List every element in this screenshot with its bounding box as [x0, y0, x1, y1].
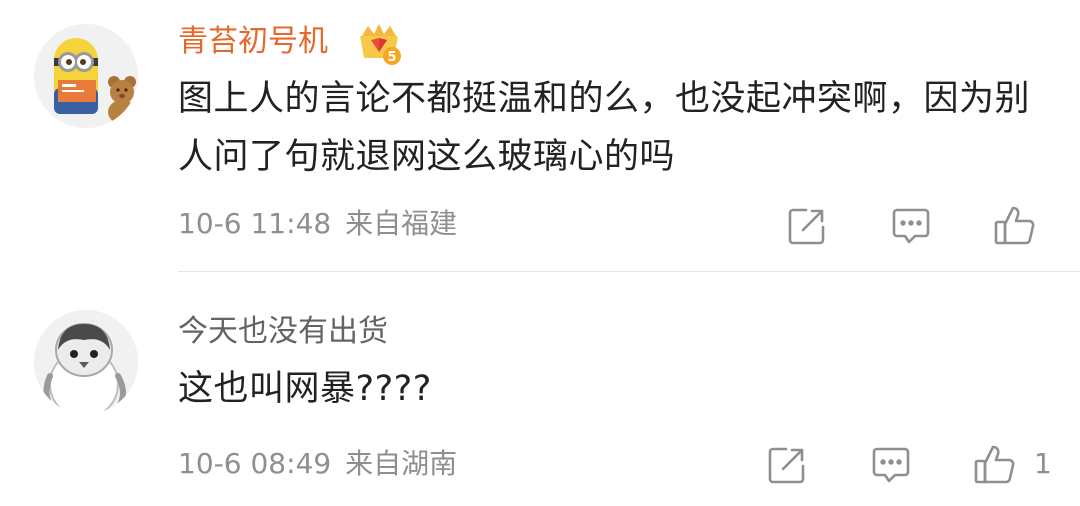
- comment-time: 10-6 08:49: [178, 447, 332, 480]
- share-button[interactable]: [764, 442, 810, 488]
- crown-badge-icon[interactable]: 5: [356, 18, 402, 66]
- reply-button[interactable]: [888, 203, 934, 249]
- thumbs-up-icon: [994, 206, 1035, 245]
- comment-item: 今天也没有出货 这也叫网暴???? 10-6 08:49 来自湖南 1: [0, 272, 1080, 506]
- username[interactable]: 青苔初号机: [178, 22, 328, 62]
- badge-level: 5: [387, 50, 396, 65]
- comment-item: 青苔初号机 5 图上人的言论不都挺温和的么，也没起冲突啊，因为别人问了句就退网这…: [0, 0, 1080, 272]
- comment-icon: [872, 447, 910, 483]
- share-button[interactable]: [784, 203, 830, 249]
- comment-meta: 10-6 08:49 来自湖南: [178, 446, 457, 482]
- comment-text: 这也叫网暴????: [178, 369, 432, 409]
- penguin-avatar-icon: [34, 310, 138, 414]
- comment-icon: [892, 208, 930, 244]
- like-button[interactable]: [972, 442, 1018, 488]
- username[interactable]: 今天也没有出货: [178, 312, 388, 352]
- user-avatar[interactable]: [34, 310, 138, 414]
- minion-avatar-icon: [34, 24, 138, 128]
- user-avatar[interactable]: [34, 24, 138, 128]
- like-count: 1: [1034, 447, 1052, 480]
- comment-location: 来自湖南: [345, 447, 458, 480]
- share-icon: [788, 208, 825, 245]
- like-button[interactable]: [992, 203, 1038, 249]
- comment-time: 10-6 11:48: [178, 207, 332, 240]
- comment-text: 图上人的言论不都挺温和的么，也没起冲突啊，因为别人问了句就退网这么玻璃心的吗: [178, 79, 1031, 177]
- comment-meta: 10-6 11:48 来自福建: [178, 206, 457, 242]
- comment-location: 来自福建: [345, 207, 458, 240]
- share-icon: [768, 447, 805, 484]
- thumbs-up-icon: [974, 445, 1015, 484]
- reply-button[interactable]: [868, 442, 914, 488]
